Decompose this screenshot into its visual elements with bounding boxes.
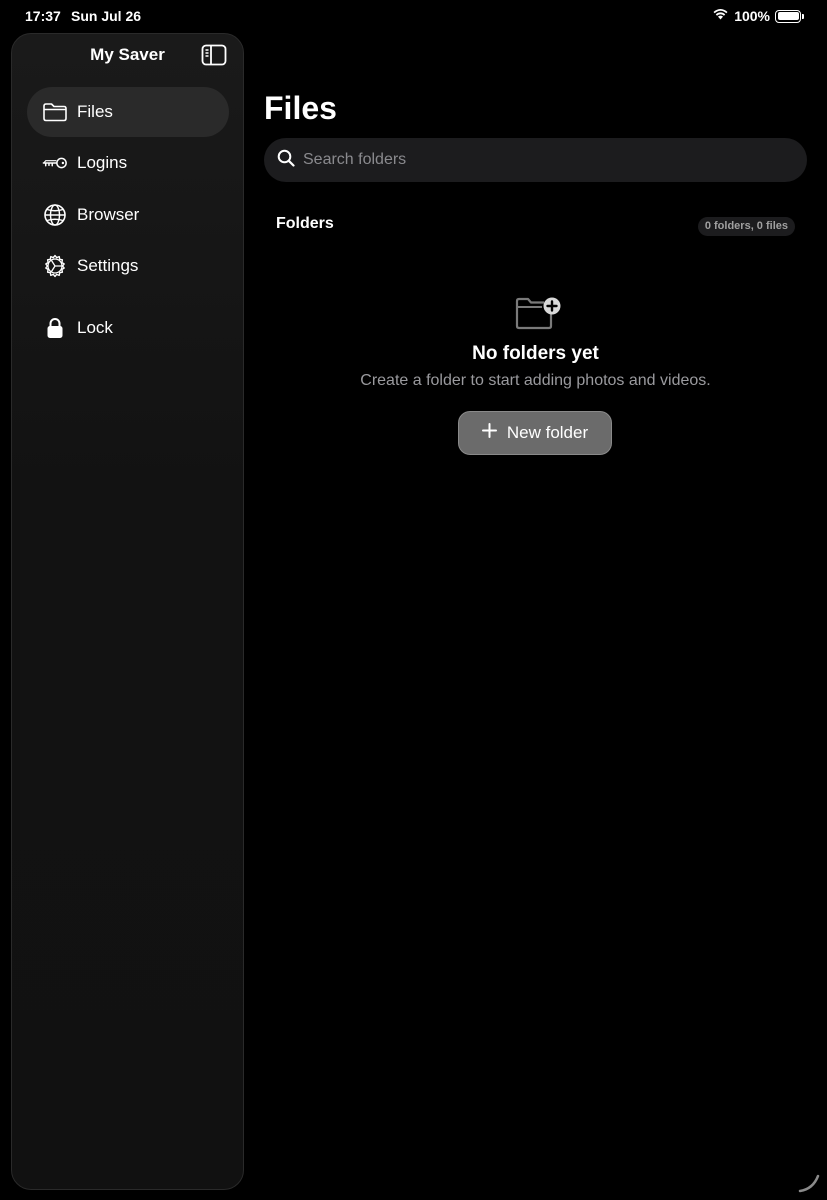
new-folder-button[interactable]: New folder: [458, 411, 612, 455]
status-time: 17:37: [25, 8, 61, 24]
lock-icon: [42, 315, 68, 341]
page-title: Files: [264, 90, 337, 126]
empty-state-subtitle: Create a folder to start adding photos a…: [360, 372, 711, 389]
key-icon: [42, 150, 68, 176]
battery-icon: [775, 9, 804, 23]
sidebar-item-label: Logins: [77, 153, 128, 172]
sidebar-item-files[interactable]: Files: [27, 87, 229, 137]
search-bar[interactable]: [264, 138, 807, 182]
wifi-icon: [712, 7, 729, 25]
battery-percentage: 100%: [734, 8, 770, 24]
search-icon: [277, 149, 295, 172]
section-title: Folders: [276, 215, 334, 232]
resize-handle-icon[interactable]: [797, 1170, 821, 1194]
empty-state-title: No folders yet: [472, 343, 599, 364]
gear-icon: [42, 253, 68, 279]
status-indicators: 100%: [712, 7, 804, 25]
sidebar-item-logins[interactable]: Logins: [27, 138, 229, 188]
sidebar-toggle-icon[interactable]: [201, 44, 227, 66]
folder-plus-icon: [514, 295, 562, 331]
plus-icon: [481, 423, 497, 443]
sidebar-item-browser[interactable]: Browser: [27, 190, 229, 240]
sidebar: My Saver Files Logins Browser Settings L…: [11, 33, 244, 1190]
count-badge: 0 folders, 0 files: [697, 217, 795, 236]
sidebar-item-label: Browser: [77, 205, 140, 224]
sidebar-item-label: Lock: [77, 318, 113, 337]
status-bar: 17:37 Sun Jul 26 100%: [0, 0, 827, 32]
folder-icon: [42, 99, 68, 125]
sidebar-item-settings[interactable]: Settings: [27, 241, 229, 291]
globe-icon: [42, 202, 68, 228]
new-folder-label: New folder: [506, 423, 589, 442]
sidebar-item-lock[interactable]: Lock: [27, 303, 229, 353]
sidebar-item-label: Settings: [77, 256, 139, 275]
sidebar-item-label: Files: [77, 102, 113, 121]
status-date: Sun Jul 26: [71, 8, 142, 24]
search-input[interactable]: [303, 151, 783, 169]
